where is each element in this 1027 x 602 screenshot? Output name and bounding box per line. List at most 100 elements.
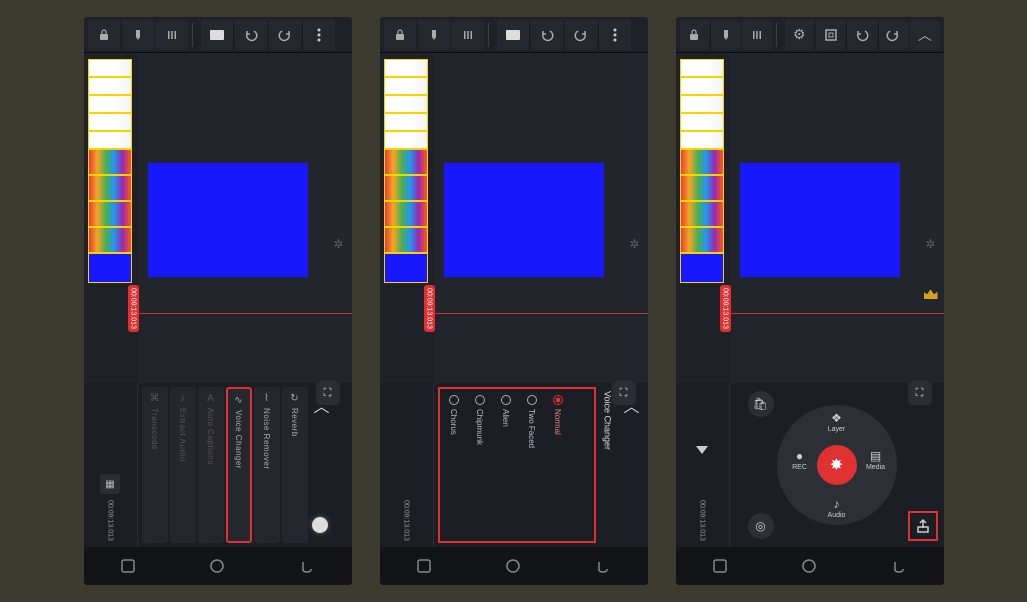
fullscreen-icon[interactable]: ⛶ <box>316 381 340 405</box>
timeline-canvas[interactable]: 00:09:13.013 ✲ <box>730 53 944 383</box>
clip-thumb[interactable] <box>88 149 132 175</box>
clip-thumb[interactable] <box>384 131 428 149</box>
auto-captions-button[interactable]: A Auto Captions <box>198 387 224 543</box>
clip-thumb[interactable] <box>384 227 428 253</box>
recents-icon[interactable] <box>414 556 434 576</box>
checker-icon[interactable]: ▦ <box>100 474 120 494</box>
clip-thumb[interactable] <box>680 201 724 227</box>
clip-thumb[interactable] <box>680 95 724 113</box>
extract-audio-button[interactable]: ♪ Extract Audio <box>170 387 196 543</box>
wheel-rec[interactable]: ●REC <box>783 449 817 471</box>
marker-icon[interactable] <box>122 20 154 50</box>
adjust-icon[interactable] <box>156 20 188 50</box>
back-icon[interactable] <box>297 556 317 576</box>
gear-icon[interactable]: ⚙ <box>785 20 814 50</box>
undo-icon[interactable] <box>235 20 267 50</box>
clip-thumb[interactable] <box>88 95 132 113</box>
toolbar <box>380 17 648 53</box>
reverb-button[interactable]: ↻ Reverb <box>282 387 308 543</box>
home-icon[interactable] <box>799 556 819 576</box>
lock-icon[interactable] <box>384 20 416 50</box>
clip-thumb[interactable] <box>680 113 724 131</box>
voice-option-chipmunk[interactable]: Chipmunk <box>468 391 492 539</box>
toolbar: ⚙ ︿ <box>676 17 944 53</box>
wheel-audio[interactable]: ♪Audio <box>820 497 854 519</box>
record-button[interactable]: ✸ <box>817 445 857 485</box>
timeline-canvas[interactable]: 00:09:13.013 ✲ <box>138 53 352 383</box>
timeline[interactable]: 00:08 00:10 00:09:13.013 ✲ ⛶ <box>84 53 352 383</box>
clip-thumb[interactable] <box>88 227 132 253</box>
clip-thumb[interactable] <box>88 131 132 149</box>
voice-changer-button[interactable]: ∿ Voice Changer <box>226 387 252 543</box>
clip-thumb[interactable] <box>384 175 428 201</box>
timeline-canvas[interactable]: 00:09:13.013 ✲ <box>434 53 648 383</box>
fullscreen-icon[interactable]: ⛶ <box>908 381 932 405</box>
clip-thumb[interactable] <box>88 175 132 201</box>
clip-thumb[interactable] <box>680 253 724 283</box>
clip-thumb[interactable] <box>680 59 724 77</box>
voice-option-two-faced[interactable]: Two Faced <box>520 391 544 539</box>
clip-thumb[interactable] <box>680 131 724 149</box>
crop-icon[interactable] <box>816 20 845 50</box>
lock-icon[interactable] <box>680 20 709 50</box>
voice-option-chorus[interactable]: Chorus <box>442 391 466 539</box>
home-icon[interactable] <box>207 556 227 576</box>
timeline[interactable]: 00:08 00:10 00:09:13.013 ✲ ⛶ <box>380 53 648 383</box>
adjust-icon[interactable] <box>452 20 484 50</box>
slider-knob[interactable] <box>312 517 328 533</box>
clip-thumb[interactable] <box>384 77 428 95</box>
timeline[interactable]: 00:08 00:10 00:09:13.013 ✲ ⛶ <box>676 53 944 383</box>
wheel-layer[interactable]: ❖Layer <box>820 411 854 433</box>
clip-thumb[interactable] <box>88 113 132 131</box>
fullscreen-icon[interactable]: ⛶ <box>612 381 636 405</box>
clip-thumb[interactable] <box>384 201 428 227</box>
recents-icon[interactable] <box>118 556 138 576</box>
clip-thumb[interactable] <box>680 175 724 201</box>
collapse-icon[interactable]: ︿ <box>910 20 939 50</box>
noise-remover-button[interactable]: ⌇ Noise Remover <box>254 387 280 543</box>
transcode-button[interactable]: ⌘ Transcode <box>142 387 168 543</box>
more-icon[interactable] <box>599 20 631 50</box>
clip-thumb[interactable] <box>680 149 724 175</box>
clip-thumb[interactable] <box>680 77 724 95</box>
capture-icon[interactable]: ◎ <box>748 513 774 539</box>
clip-thumb[interactable] <box>384 253 428 283</box>
undo-icon[interactable] <box>531 20 563 50</box>
clip-thumb[interactable] <box>384 113 428 131</box>
clip-thumb[interactable] <box>88 253 132 283</box>
play-icon[interactable] <box>696 446 708 454</box>
redo-icon[interactable] <box>565 20 597 50</box>
video-clip[interactable] <box>740 163 900 277</box>
home-icon[interactable] <box>503 556 523 576</box>
clip-thumb[interactable] <box>384 149 428 175</box>
voice-option-alien[interactable]: Alien <box>494 391 518 539</box>
video-clip[interactable] <box>148 163 308 277</box>
undo-icon[interactable] <box>847 20 876 50</box>
shop-icon[interactable]: 🛍 <box>748 391 774 417</box>
back-icon[interactable] <box>889 556 909 576</box>
clip-thumb[interactable] <box>384 95 428 113</box>
adjust-icon[interactable] <box>742 20 771 50</box>
marker-icon[interactable] <box>418 20 450 50</box>
clip-thumb[interactable] <box>88 77 132 95</box>
aspect-icon[interactable] <box>497 20 529 50</box>
redo-icon[interactable] <box>269 20 301 50</box>
back-icon[interactable] <box>593 556 613 576</box>
chevron-up-icon[interactable]: ︿ <box>620 387 644 543</box>
voice-option-normal[interactable]: Normal <box>546 391 570 539</box>
panel-sidebar: 00:09:13.013 <box>676 383 730 547</box>
clip-thumb[interactable] <box>384 59 428 77</box>
video-clip[interactable] <box>444 163 604 277</box>
redo-icon[interactable] <box>879 20 908 50</box>
aspect-icon[interactable] <box>201 20 233 50</box>
clip-thumb[interactable] <box>680 227 724 253</box>
lock-icon[interactable] <box>88 20 120 50</box>
export-button[interactable] <box>908 511 938 541</box>
recents-icon[interactable] <box>710 556 730 576</box>
marker-icon[interactable] <box>711 20 740 50</box>
clip-duration: 00:09:13.013 <box>699 500 706 541</box>
more-icon[interactable] <box>303 20 335 50</box>
wheel-media[interactable]: ▤Media <box>859 449 893 471</box>
clip-thumb[interactable] <box>88 59 132 77</box>
clip-thumb[interactable] <box>88 201 132 227</box>
